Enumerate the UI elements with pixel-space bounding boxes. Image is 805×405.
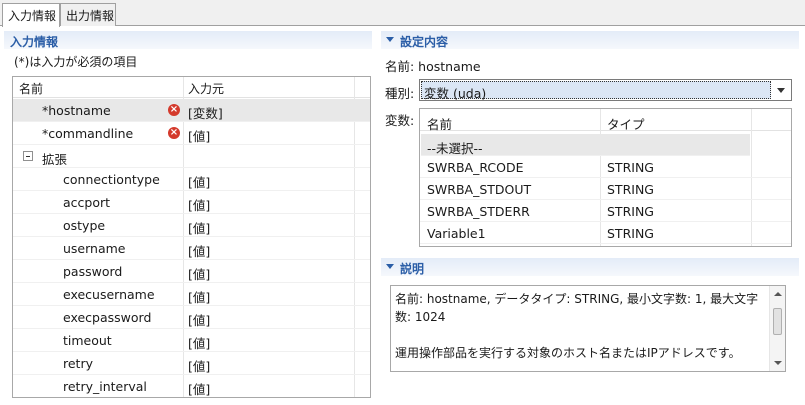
input-info-title: 入力情報 xyxy=(4,31,372,49)
tree-row-extension[interactable]: 拡張 xyxy=(13,145,370,168)
chevron-down-icon[interactable] xyxy=(777,88,785,93)
error-x-icon: × xyxy=(168,127,180,139)
tab-output-info[interactable]: 出力情報 xyxy=(60,3,116,26)
column-header-name[interactable]: 名前 xyxy=(19,80,43,97)
row-source: [変数] xyxy=(188,106,223,121)
row-source: [値] xyxy=(188,336,211,351)
variable-row[interactable]: SWRBA_RCODE STRING xyxy=(420,156,791,178)
row-name: retry_interval xyxy=(63,379,147,394)
row-source: [値] xyxy=(188,129,211,144)
row-name: timeout xyxy=(63,333,112,348)
row-name: *hostname xyxy=(42,103,111,118)
tree-row-password[interactable]: password [値] xyxy=(13,260,370,283)
expand-triangle-icon xyxy=(386,37,394,42)
tab-input-info[interactable]: 入力情報 xyxy=(2,3,60,27)
collapse-minus-icon[interactable] xyxy=(23,151,33,161)
variable-row-unselected[interactable]: --未選択-- xyxy=(421,134,750,156)
row-name: execpassword xyxy=(63,310,152,325)
type-select[interactable]: 変数 (uda) xyxy=(419,79,792,101)
tree-row-connectiontype[interactable]: connectiontype [値] xyxy=(13,168,370,191)
scroll-down-icon[interactable] xyxy=(774,361,782,365)
row-name: 拡張 xyxy=(42,152,68,167)
description-box: 名前: hostname, データタイプ: STRING, 最小文字数: 1, … xyxy=(390,285,786,372)
variable-row[interactable]: SWRBA_STDERR STRING xyxy=(420,200,791,222)
row-name: connectiontype xyxy=(63,172,160,187)
tree-row-execpassword[interactable]: execpassword [値] xyxy=(13,306,370,329)
required-note: (*)は入力が必須の項目 xyxy=(14,55,138,69)
tree-row-retry-interval[interactable]: retry_interval [値] xyxy=(13,375,370,397)
column-header-source[interactable]: 入力元 xyxy=(188,80,224,97)
row-name: retry xyxy=(63,356,93,371)
row-source: [値] xyxy=(188,359,211,374)
type-label: 種別: xyxy=(385,86,415,101)
variable-row[interactable]: Variable1 STRING xyxy=(420,222,791,244)
variable-name: SWRBA_STDOUT xyxy=(427,182,532,197)
description-title: 説明 xyxy=(400,262,425,276)
tree-row-retry[interactable]: retry [値] xyxy=(13,352,370,375)
row-source: [値] xyxy=(188,267,211,282)
variable-name: SWRBA_STDERR xyxy=(427,204,530,219)
tree-row-ostype[interactable]: ostype [値] xyxy=(13,214,370,237)
tree-row-timeout[interactable]: timeout [値] xyxy=(13,329,370,352)
row-name: username xyxy=(63,241,126,256)
scrollbar-thumb[interactable] xyxy=(773,308,782,335)
row-source: [値] xyxy=(188,198,211,213)
row-source: [値] xyxy=(188,175,211,190)
description-text: 名前: hostname, データタイプ: STRING, 最小文字数: 1, … xyxy=(395,292,759,360)
row-source: [値] xyxy=(188,382,211,397)
tab-bar: 入力情報 出力情報 xyxy=(0,0,805,27)
row-source: [値] xyxy=(188,313,211,328)
scroll-up-icon[interactable] xyxy=(774,292,782,296)
row-name: *commandline xyxy=(42,126,134,141)
variable-type: STRING xyxy=(607,160,654,175)
selected-name: 名前: hostname xyxy=(385,59,481,74)
variable-type: STRING xyxy=(607,226,654,241)
variable-row[interactable]: SWRBA_STDOUT STRING xyxy=(420,178,791,200)
description-scrollbar[interactable] xyxy=(769,286,785,371)
variable-name: SWRBA_RCODE xyxy=(427,160,524,175)
variable-type: STRING xyxy=(607,182,654,197)
variable-type: STRING xyxy=(607,204,654,219)
tree-row-accport[interactable]: accport [値] xyxy=(13,191,370,214)
tree-header: 名前 入力元 xyxy=(13,77,370,98)
variable-table-header: 名前 タイプ xyxy=(420,109,791,133)
row-name: accport xyxy=(63,195,111,210)
settings-section-header[interactable]: 設定内容 xyxy=(381,31,799,49)
variable-name: --未選択-- xyxy=(427,141,483,156)
tree-row-commandline[interactable]: *commandline × [値] xyxy=(13,122,370,145)
variable-label: 変数: xyxy=(385,113,415,128)
row-name: ostype xyxy=(63,218,106,233)
row-source: [値] xyxy=(188,221,211,236)
row-source: [値] xyxy=(188,244,211,259)
settings-title: 設定内容 xyxy=(400,35,449,49)
tree-row-username[interactable]: username [値] xyxy=(13,237,370,260)
description-section-header[interactable]: 説明 xyxy=(381,258,799,276)
expand-triangle-icon xyxy=(386,264,394,269)
tree-row-execusername[interactable]: execusername [値] xyxy=(13,283,370,306)
row-name: execusername xyxy=(63,287,155,302)
column-header-name[interactable]: 名前 xyxy=(427,114,452,133)
type-select-value: 変数 (uda) xyxy=(421,81,771,101)
input-tree-table: 名前 入力元 *hostname × [変数] *commandline × [… xyxy=(12,76,371,398)
row-source: [値] xyxy=(188,290,211,305)
variable-name: Variable1 xyxy=(427,226,486,241)
column-header-type[interactable]: タイプ xyxy=(607,114,645,133)
tree-row-hostname[interactable]: *hostname × [変数] xyxy=(13,99,370,122)
error-x-icon: × xyxy=(168,104,180,116)
variable-table: 名前 タイプ --未選択-- SWRBA_RCODE STRING SWRBA_… xyxy=(419,108,792,247)
row-name: password xyxy=(63,264,123,279)
